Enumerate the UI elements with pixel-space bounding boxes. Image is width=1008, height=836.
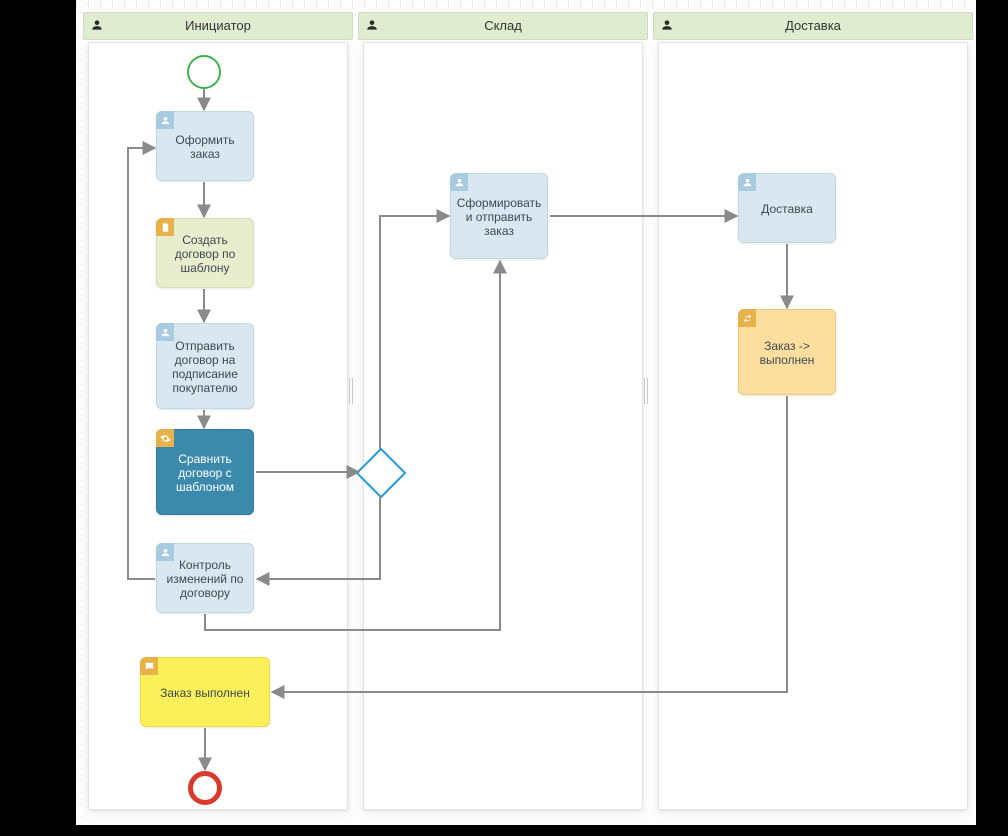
task-form-send-order[interactable]: Сформировать и отправить заказ xyxy=(450,173,548,259)
task-label: Сравнить договор с шаблоном xyxy=(165,452,245,494)
lane-delivery[interactable]: Доставка xyxy=(653,0,973,820)
user-icon xyxy=(156,543,174,561)
task-change-control[interactable]: Контроль изменений по договору xyxy=(156,543,254,613)
lane-warehouse[interactable]: Склад xyxy=(358,0,648,820)
gear-icon xyxy=(156,429,174,447)
task-status-order-done[interactable]: Заказ -> выполнен xyxy=(738,309,836,395)
diagram-stage: Инициатор Склад Доставка xyxy=(0,0,1008,836)
lane-title: Склад xyxy=(359,13,647,39)
user-icon xyxy=(660,18,674,32)
task-order-complete[interactable]: Заказ выполнен xyxy=(140,657,270,727)
task-send-contract[interactable]: Отправить договор на подписание покупате… xyxy=(156,323,254,409)
user-icon xyxy=(365,18,379,32)
task-label: Оформить заказ xyxy=(165,133,245,161)
lane-header-warehouse[interactable]: Склад xyxy=(358,12,648,40)
task-label: Сформировать и отправить заказ xyxy=(457,196,542,238)
script-icon xyxy=(156,218,174,236)
user-icon xyxy=(156,111,174,129)
message-icon xyxy=(140,657,158,675)
task-create-contract-template[interactable]: Создать договор по шаблону xyxy=(156,218,254,288)
task-delivery[interactable]: Доставка xyxy=(738,173,836,243)
user-icon xyxy=(738,173,756,191)
swap-icon xyxy=(738,309,756,327)
lane-body-warehouse[interactable] xyxy=(363,42,643,810)
task-label: Контроль изменений по договору xyxy=(165,558,245,600)
task-label: Создать договор по шаблону xyxy=(165,233,245,275)
end-event[interactable] xyxy=(188,771,222,805)
lane-title: Доставка xyxy=(654,13,972,39)
task-label: Доставка xyxy=(761,202,813,216)
lane-collapse-handle[interactable] xyxy=(643,378,649,404)
lane-body-delivery[interactable] xyxy=(658,42,968,810)
lane-header-delivery[interactable]: Доставка xyxy=(653,12,973,40)
lane-header-initiator[interactable]: Инициатор xyxy=(83,12,353,40)
task-compare-contract[interactable]: Сравнить договор с шаблоном xyxy=(156,429,254,515)
user-icon xyxy=(450,173,468,191)
task-label: Отправить договор на подписание покупате… xyxy=(165,339,245,395)
user-icon xyxy=(90,18,104,32)
task-label: Заказ -> выполнен xyxy=(747,339,827,367)
task-create-order[interactable]: Оформить заказ xyxy=(156,111,254,181)
lane-title: Инициатор xyxy=(84,13,352,39)
start-event[interactable] xyxy=(187,55,221,89)
task-label: Заказ выполнен xyxy=(160,686,250,700)
user-icon xyxy=(156,323,174,341)
lane-collapse-handle[interactable] xyxy=(348,378,354,404)
